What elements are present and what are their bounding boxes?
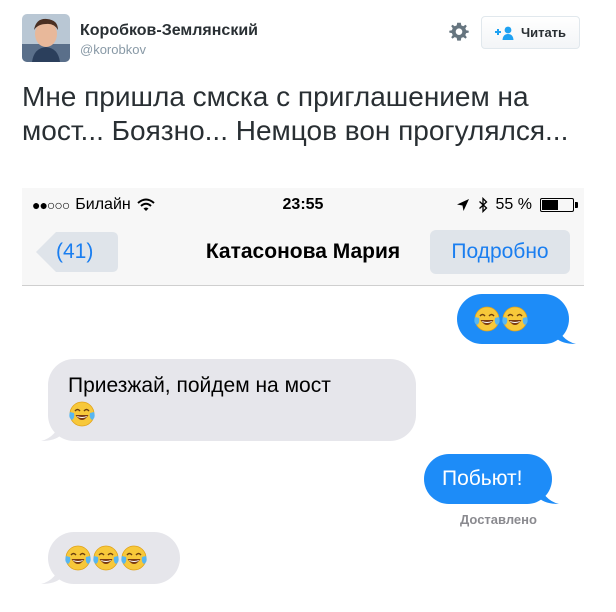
crying-laughing-emoji — [474, 307, 500, 332]
delivery-status: Доставлено — [460, 512, 537, 527]
crying-laughing-emoji — [69, 402, 95, 427]
details-button[interactable]: Подробно — [430, 230, 570, 274]
follow-button[interactable]: Читать — [481, 16, 580, 49]
crying-laughing-emoji — [502, 307, 528, 332]
message-bubble-outgoing[interactable]: Побьют! — [424, 454, 559, 504]
author-name[interactable]: Коробков-Землянский — [80, 22, 258, 40]
tweet-text: Мне пришла смска с приглашением на мост.… — [22, 81, 569, 146]
location-arrow-icon — [456, 199, 469, 211]
message-text: Побьют! — [442, 467, 523, 490]
phone-screenshot: ●●○○○ Билайн 23:55 55 % (41) Катасонова … — [22, 188, 584, 600]
crying-laughing-emoji — [65, 546, 91, 571]
gear-icon[interactable] — [449, 22, 469, 42]
battery-percent: 55 % — [495, 196, 532, 213]
follow-person-icon — [494, 26, 514, 40]
message-text: Приезжай, пойдем на мост — [68, 374, 331, 397]
battery-icon — [540, 198, 578, 212]
message-bubble-incoming[interactable] — [41, 532, 180, 584]
message-bubble-outgoing[interactable] — [457, 294, 576, 344]
author-handle[interactable]: @korobkov — [80, 42, 146, 57]
crying-laughing-emoji — [121, 546, 147, 571]
status-bar: ●●○○○ Билайн 23:55 55 % — [22, 188, 584, 222]
follow-label: Читать — [520, 25, 567, 40]
crying-laughing-emoji — [93, 546, 119, 571]
conversation-nav-bar: (41) Катасонова Мария Подробно — [22, 222, 584, 286]
bluetooth-icon — [478, 197, 487, 213]
message-bubble-incoming[interactable]: Приезжай, пойдем на мост — [41, 359, 416, 441]
avatar[interactable] — [22, 14, 70, 62]
